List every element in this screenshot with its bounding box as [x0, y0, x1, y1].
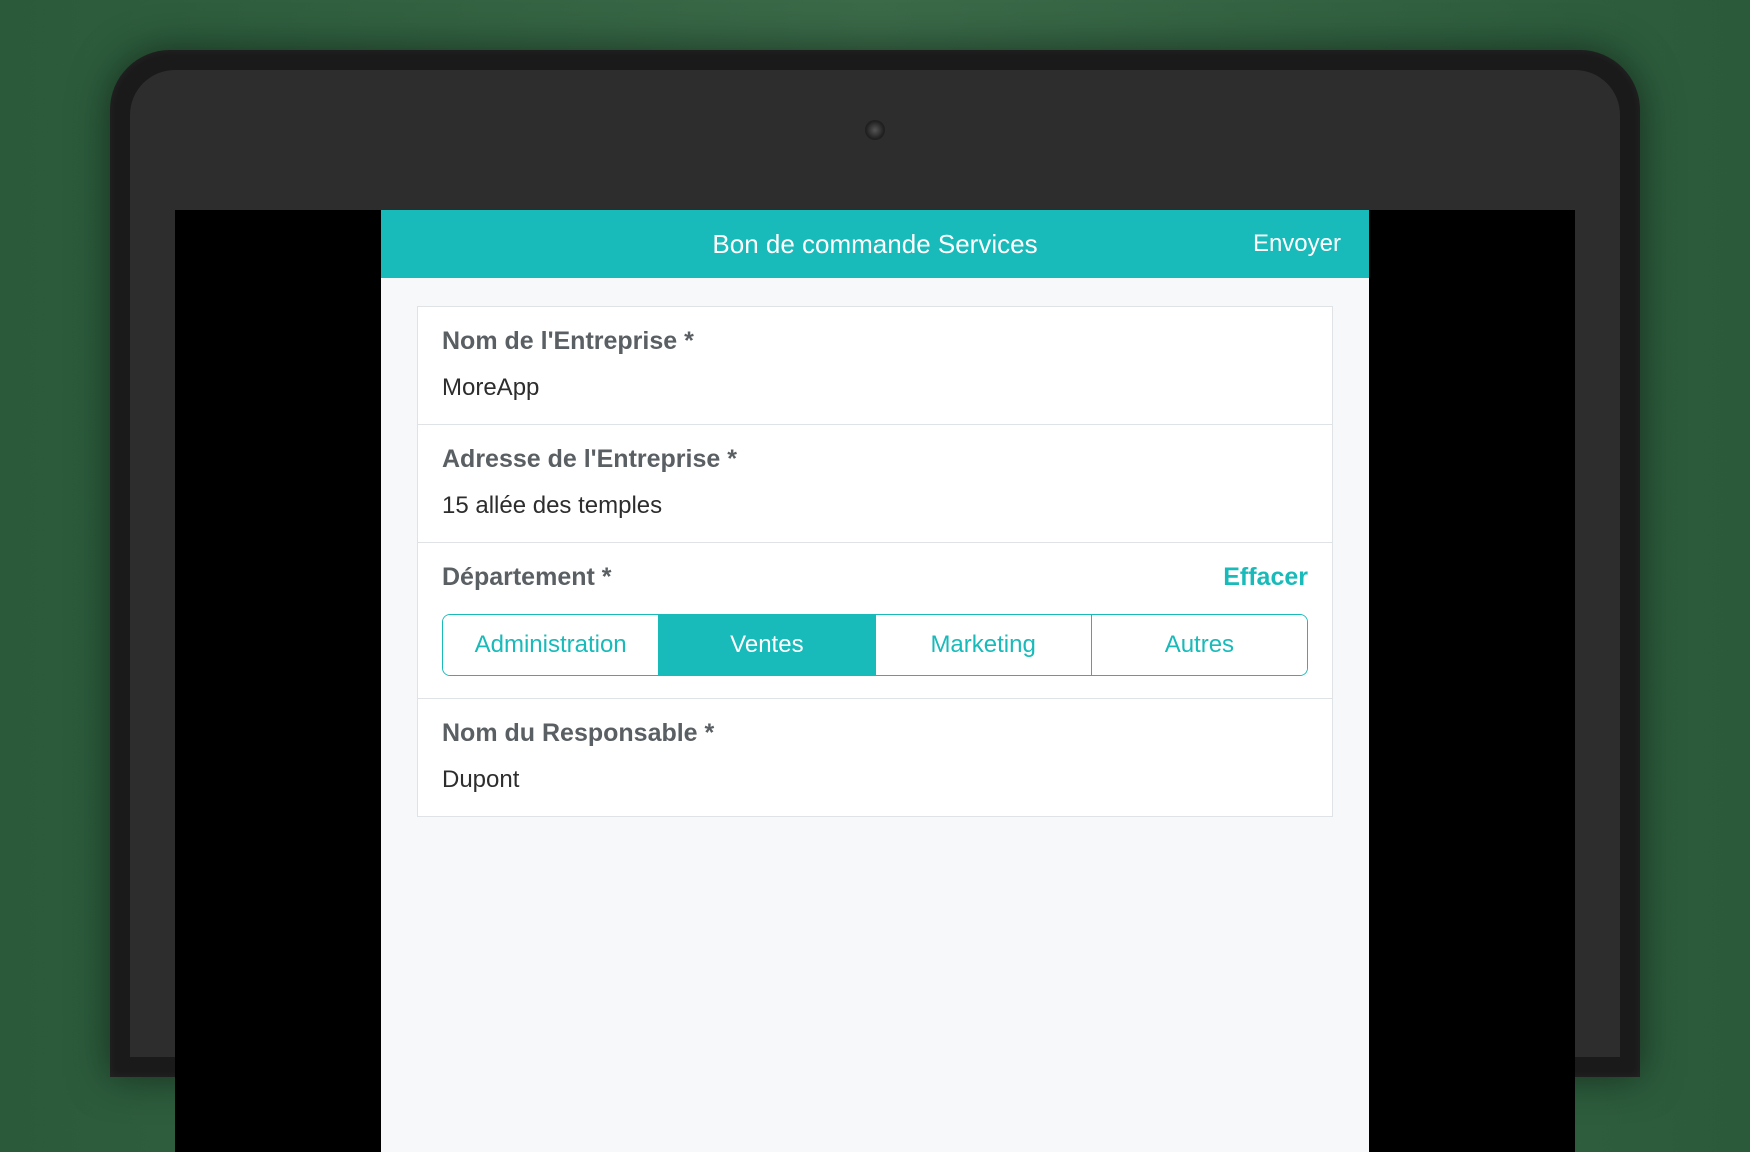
company-name-label: Nom de l'Entreprise *: [442, 327, 1308, 356]
segment-marketing[interactable]: Marketing: [876, 615, 1092, 675]
form-area: Nom de l'Entreprise * Adresse de l'Entre…: [381, 278, 1369, 817]
section-company-address: Adresse de l'Entreprise *: [418, 425, 1332, 543]
segment-autres[interactable]: Autres: [1092, 615, 1307, 675]
form-card: Nom de l'Entreprise * Adresse de l'Entre…: [417, 306, 1333, 817]
company-name-input[interactable]: [442, 374, 1308, 402]
clear-button[interactable]: Effacer: [1223, 563, 1308, 592]
tablet-frame: Bon de commande Services Envoyer Nom de …: [110, 50, 1640, 1077]
department-segmented: Administration Ventes Marketing Autres: [442, 614, 1308, 676]
section-department: Département * Effacer Administration Ven…: [418, 543, 1332, 699]
app-screen: Bon de commande Services Envoyer Nom de …: [381, 210, 1369, 1152]
screen-wrap: Bon de commande Services Envoyer Nom de …: [175, 210, 1575, 1152]
company-address-input[interactable]: [442, 492, 1308, 520]
camera-icon: [865, 120, 885, 140]
submit-button[interactable]: Envoyer: [1253, 230, 1341, 258]
department-label: Département *: [442, 563, 612, 592]
responsible-name-input[interactable]: [442, 766, 1308, 794]
segment-administration[interactable]: Administration: [443, 615, 659, 675]
section-company-name: Nom de l'Entreprise *: [418, 307, 1332, 425]
responsible-name-label: Nom du Responsable *: [442, 719, 1308, 748]
page-title: Bon de commande Services: [712, 229, 1037, 260]
company-address-label: Adresse de l'Entreprise *: [442, 445, 1308, 474]
segment-ventes[interactable]: Ventes: [659, 615, 875, 675]
section-responsible-name: Nom du Responsable *: [418, 699, 1332, 816]
tablet-inner: Bon de commande Services Envoyer Nom de …: [130, 70, 1620, 1057]
app-header: Bon de commande Services Envoyer: [381, 210, 1369, 278]
